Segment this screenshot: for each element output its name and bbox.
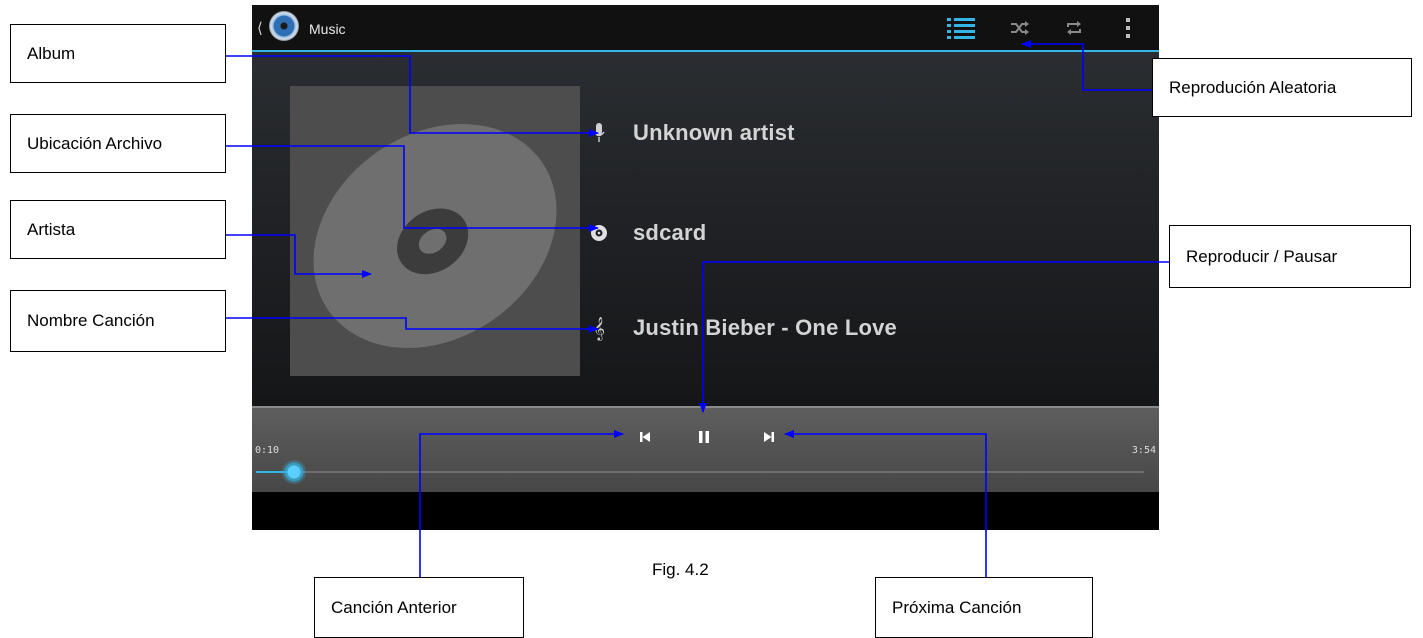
music-player-screen: ⟨ Music Unknown artist sdcard 𝄞 Justin B… xyxy=(252,5,1159,530)
callout-previous: Canción Anterior xyxy=(314,577,524,638)
figure-caption: Fig. 4.2 xyxy=(652,560,709,579)
previous-icon xyxy=(640,432,650,442)
music-app-icon[interactable] xyxy=(269,11,299,41)
callout-file-location: Ubicación Archivo xyxy=(10,114,226,173)
song-title: Justin Bieber - One Love xyxy=(633,315,897,340)
album-row: sdcard xyxy=(587,218,706,248)
callout-next: Próxima Canción xyxy=(875,577,1093,638)
callout-play-pause: Reproducir / Pausar xyxy=(1169,225,1411,288)
app-title: Music xyxy=(309,21,346,37)
next-icon xyxy=(764,432,774,442)
action-bar: ⟨ Music xyxy=(252,5,1159,52)
artist-row: Unknown artist xyxy=(587,118,795,148)
now-playing-content: Unknown artist sdcard 𝄞 Justin Bieber - … xyxy=(252,52,1159,406)
seek-bar[interactable] xyxy=(256,460,1144,484)
previous-track-button[interactable] xyxy=(633,427,657,447)
callout-shuffle: Reprodución Aleatoria xyxy=(1152,58,1412,117)
album-name: sdcard xyxy=(633,220,707,245)
album-art xyxy=(290,86,580,376)
artist-name: Unknown artist xyxy=(633,120,795,145)
playback-controls: 0:10 3:54 xyxy=(252,406,1159,492)
next-track-button[interactable] xyxy=(757,427,781,447)
play-pause-button[interactable] xyxy=(692,427,716,447)
playlist-icon[interactable] xyxy=(946,15,976,41)
disc-icon xyxy=(313,124,557,348)
up-caret-icon[interactable]: ⟨ xyxy=(257,19,263,37)
treble-clef-icon: 𝄞 xyxy=(593,316,605,340)
seek-bar-thumb[interactable] xyxy=(282,460,307,484)
microphone-icon xyxy=(587,121,611,145)
callout-artist: Artista xyxy=(10,200,226,259)
current-time: 0:10 xyxy=(255,445,280,456)
overflow-menu-icon[interactable] xyxy=(1113,15,1143,41)
total-time: 3:54 xyxy=(1131,445,1156,456)
pause-icon xyxy=(699,431,709,443)
repeat-icon[interactable] xyxy=(1059,15,1089,41)
disc-small-icon xyxy=(587,221,611,245)
callout-song-name: Nombre Canción xyxy=(10,290,226,352)
callout-album: Album xyxy=(10,24,226,83)
song-row: 𝄞 Justin Bieber - One Love xyxy=(587,313,897,343)
bottom-strip xyxy=(252,492,1159,530)
shuffle-icon[interactable] xyxy=(1005,15,1035,41)
